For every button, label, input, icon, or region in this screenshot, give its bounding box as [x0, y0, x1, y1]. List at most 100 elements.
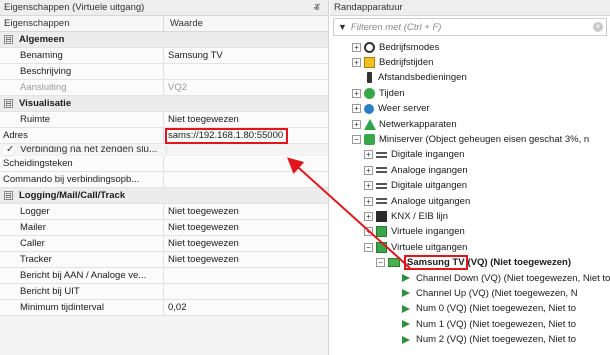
expand-icon[interactable]: +	[364, 165, 373, 175]
property-label: Mailer	[20, 221, 46, 233]
expand-icon[interactable]: +	[352, 104, 361, 114]
expand-icon[interactable]: +	[364, 211, 373, 221]
tree-node-label: Netwerkapparaten	[379, 118, 457, 130]
property-value[interactable]	[164, 64, 328, 79]
clear-filter-icon[interactable]: ×	[593, 22, 603, 32]
property-value[interactable]	[164, 172, 328, 187]
property-row[interactable]: ✓ Verbinding na het zenden slu...	[3, 145, 167, 156]
collapse-icon[interactable]: −	[352, 134, 361, 144]
property-row[interactable]: Commando bij verbindingsopb...	[0, 171, 328, 188]
property-label: Bericht bij UIT	[20, 285, 80, 297]
property-group-row[interactable]: ⊟ Logging/Mail/Call/Track	[0, 187, 328, 204]
property-row[interactable]: Aansluiting VQ2	[0, 80, 328, 96]
tree-node-label: Num 1 (VQ) (Niet toegewezen, Niet to	[416, 318, 576, 330]
miniserver-icon	[364, 133, 375, 145]
tree-node[interactable]: + Netwerkapparaten	[352, 117, 457, 131]
expand-icon[interactable]: +	[364, 227, 373, 237]
tree-node[interactable]: Channel Up (VQ) (Niet toegewezen, N	[388, 286, 578, 300]
collapse-toggle-icon[interactable]: ⊟	[4, 190, 13, 200]
tree-node[interactable]: + Bedrijfsmodes	[352, 40, 439, 54]
property-label: Tracker	[20, 253, 52, 265]
properties-title: Eigenschappen (Virtuele uitgang)	[4, 2, 145, 13]
expand-icon[interactable]: +	[352, 88, 361, 98]
property-group-row[interactable]: ⊟ Algemeen	[0, 32, 328, 48]
expand-icon[interactable]: +	[352, 42, 361, 52]
devices-panel: Randapparatuur ▼ Filteren met (Ctrl + F)…	[330, 0, 610, 355]
tree-node[interactable]: + KNX / EIB lijn	[364, 209, 448, 223]
expand-icon[interactable]: +	[352, 57, 361, 67]
expand-icon[interactable]: +	[364, 196, 373, 206]
tree-node[interactable]: Channel Down (VQ) (Niet toegewezen, Niet…	[388, 271, 610, 285]
tree-node[interactable]: + Bedrijfstijden	[352, 55, 433, 69]
property-value[interactable]: Niet toegewezen	[164, 204, 328, 219]
tree-node-label: Num 2 (VQ) (Niet toegewezen, Niet to	[416, 334, 576, 346]
tree-node[interactable]: + Virtuele ingangen	[364, 225, 465, 239]
property-name: ⊟ Logging/Mail/Call/Track	[0, 188, 328, 203]
tree-node[interactable]: Num 2 (VQ) (Niet toegewezen, Niet to	[388, 333, 576, 347]
tree-node[interactable]: + Weer server	[352, 102, 430, 116]
property-row[interactable]: Beschrijving	[0, 64, 328, 80]
property-value[interactable]: sams://192.168.1.80:55000	[164, 128, 328, 143]
column-header-value[interactable]: Waarde	[164, 18, 203, 29]
property-row[interactable]: Caller Niet toegewezen	[0, 235, 328, 252]
property-value[interactable]: Niet toegewezen	[164, 236, 328, 251]
property-label: Ruimte	[20, 114, 51, 125]
tree-node-label: Virtuele uitgangen	[391, 241, 468, 253]
property-name: ⊟ Algemeen	[0, 32, 328, 47]
property-row[interactable]: Scheidingsteken	[0, 155, 328, 172]
digital-output-icon	[376, 182, 387, 189]
property-value[interactable]: VQ2	[164, 80, 328, 95]
property-value[interactable]: Niet toegewezen	[164, 252, 328, 267]
property-value[interactable]: 0,02	[164, 300, 328, 315]
property-row[interactable]: Tracker Niet toegewezen	[0, 251, 328, 268]
property-value[interactable]	[164, 284, 328, 299]
property-value[interactable]: Niet toegewezen	[164, 112, 328, 127]
property-value[interactable]: Samsung TV	[164, 48, 328, 63]
tree-node[interactable]: + Analoge uitgangen	[364, 194, 470, 208]
expand-icon[interactable]: +	[352, 119, 361, 129]
property-name: ⊟ Visualisatie	[0, 96, 328, 111]
column-header-name[interactable]: Eigenschappen	[0, 16, 164, 31]
tree-node[interactable]: − Virtuele uitgangen	[364, 240, 467, 254]
checkbox-checked-icon[interactable]: ✓	[6, 146, 16, 155]
tree-node[interactable]: + Analoge ingangen	[364, 163, 468, 177]
tree-node-label: Analoge uitgangen	[391, 195, 471, 207]
tree-node-suffix: (VQ) (Niet toegewezen)	[467, 257, 571, 269]
property-value[interactable]	[164, 268, 328, 283]
property-row[interactable]: Benaming Samsung TV	[0, 48, 328, 64]
analog-input-icon	[376, 167, 387, 174]
tree-node[interactable]: − Miniserver (Object geheugen eisen gesch…	[352, 132, 589, 146]
property-row[interactable]: Adres sams://192.168.1.80:55000	[0, 128, 328, 144]
property-row[interactable]: Bericht bij AAN / Analoge ve...	[0, 267, 328, 284]
property-value[interactable]: Niet toegewezen	[164, 220, 328, 235]
tree-node[interactable]: Num 1 (VQ) (Niet toegewezen, Niet to	[388, 317, 576, 331]
collapse-toggle-icon[interactable]: ⊟	[4, 99, 13, 108]
tree-node[interactable]: + Tijden	[352, 86, 405, 100]
pin-icon[interactable]: ⶠ	[313, 2, 320, 13]
expand-icon[interactable]: +	[364, 181, 373, 191]
tree-node-label: Afstandsbedieningen	[378, 72, 467, 84]
tree-node[interactable]: + Digitale ingangen	[364, 148, 464, 162]
tree-node-label: Tijden	[379, 87, 405, 99]
collapse-toggle-icon[interactable]: ⊟	[4, 35, 13, 44]
property-row[interactable]: Logger Niet toegewezen	[0, 203, 328, 220]
property-value[interactable]	[164, 156, 328, 171]
property-row[interactable]: Minimum tijdinterval 0,02	[0, 299, 328, 316]
property-grid: ⊟ Algemeen Benaming Samsung TV Beschrijving A…	[0, 32, 328, 316]
expand-icon[interactable]: +	[364, 150, 373, 160]
property-row[interactable]: Mailer Niet toegewezen	[0, 219, 328, 236]
tree-node[interactable]: − Samsung TV (VQ) (Niet toegewezen)	[376, 255, 571, 271]
tree-node[interactable]: Afstandsbedieningen	[352, 71, 467, 85]
property-row[interactable]: Bericht bij UIT	[0, 283, 328, 300]
tree-node[interactable]: Num 0 (VQ) (Niet toegewezen, Niet to	[388, 302, 576, 316]
property-row[interactable]: Ruimte Niet toegewezen	[0, 112, 328, 128]
collapse-icon[interactable]: −	[376, 258, 385, 268]
collapse-icon[interactable]: −	[364, 242, 373, 252]
filter-input[interactable]: ▼ Filteren met (Ctrl + F) ×	[333, 18, 607, 36]
property-label: Commando bij verbindingsopb...	[3, 173, 140, 185]
tree-node-label: Virtuele ingangen	[391, 226, 465, 238]
tree-node-label: Bedrijfstijden	[379, 56, 434, 68]
command-icon	[402, 289, 410, 298]
property-group-row[interactable]: ⊟ Visualisatie	[0, 96, 328, 112]
tree-node[interactable]: + Digitale uitgangen	[364, 179, 467, 193]
